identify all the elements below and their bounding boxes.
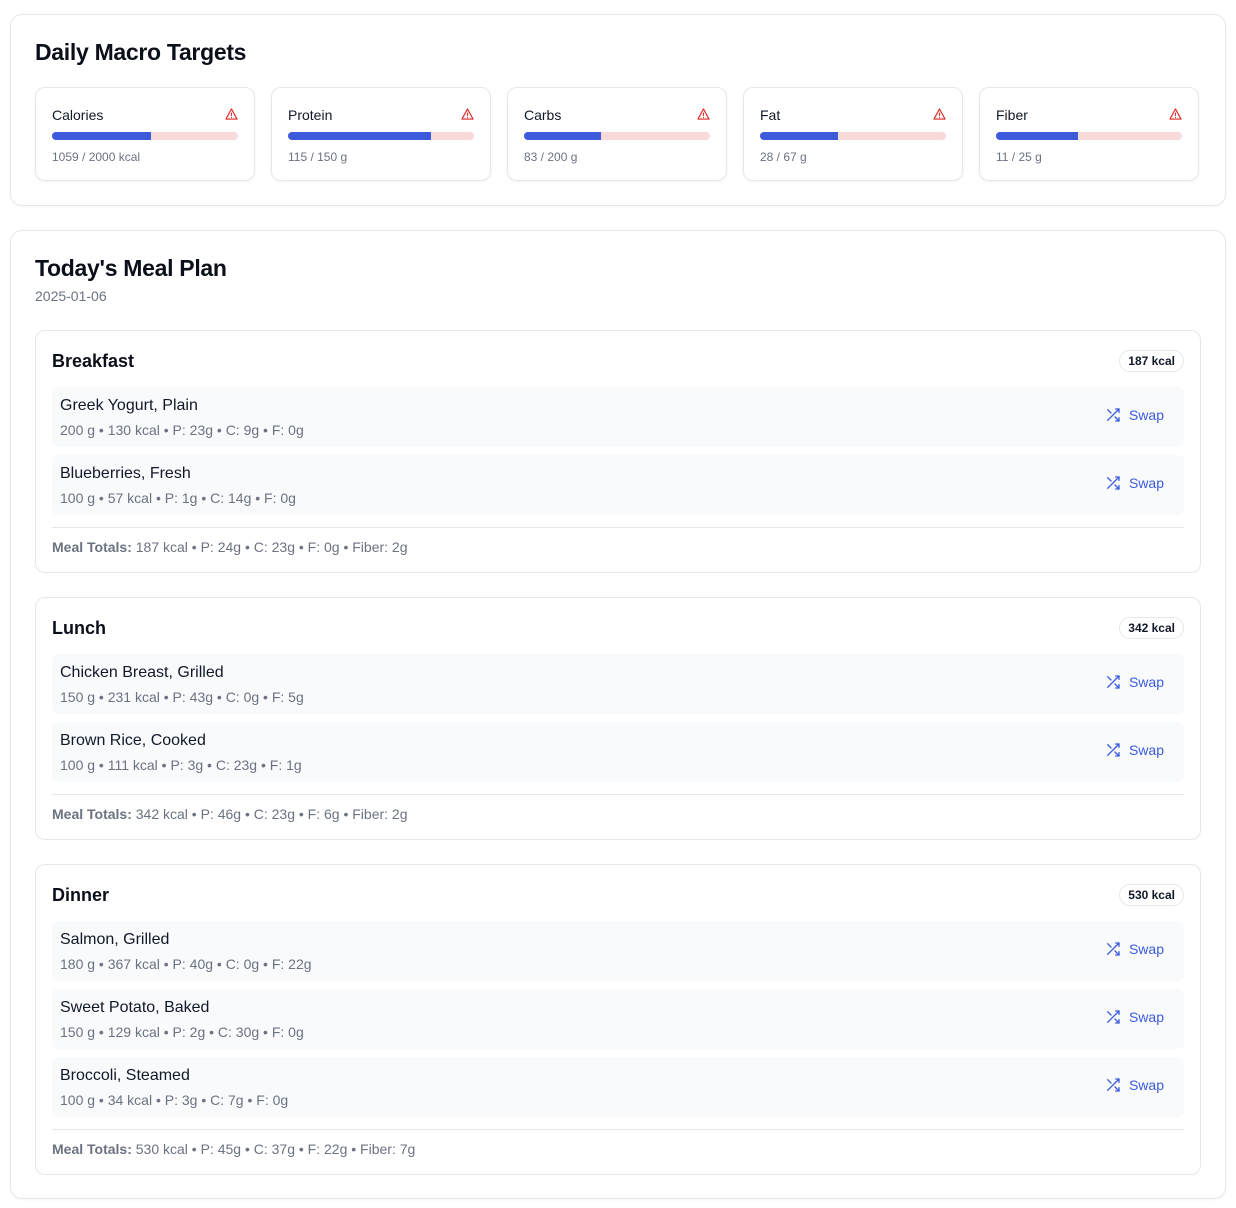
- meal-title: Dinner: [52, 885, 110, 905]
- food-name: Blueberries, Fresh: [60, 465, 191, 482]
- macro-name: Carbs: [524, 107, 562, 123]
- progress-bar: [524, 132, 710, 140]
- shuffle-icon: [1106, 942, 1120, 956]
- meal-plan-title: Today's Meal Plan: [35, 255, 227, 281]
- macro-value: 11 / 25 g: [996, 150, 1042, 164]
- meal-divider: [52, 527, 1184, 528]
- shuffle-icon: [1106, 1078, 1120, 1092]
- progress-bar: [996, 132, 1182, 140]
- food-name: Chicken Breast, Grilled: [60, 664, 224, 681]
- food-meta: 180 g • 367 kcal • P: 40g • C: 0g • F: 2…: [60, 956, 312, 972]
- food-name: Salmon, Grilled: [60, 931, 170, 948]
- meal-dinner: Dinner 530 kcal Salmon, Grilled 180 g • …: [35, 864, 1201, 1175]
- food-row: Broccoli, Steamed 100 g • 34 kcal • P: 3…: [52, 1057, 1184, 1117]
- food-meta: 150 g • 231 kcal • P: 43g • C: 0g • F: 5…: [60, 689, 304, 705]
- food-meta: 200 g • 130 kcal • P: 23g • C: 9g • F: 0…: [60, 422, 304, 438]
- meal-totals-value: 187 kcal • P: 24g • C: 23g • F: 0g • Fib…: [135, 539, 408, 555]
- meal-totals-label: Meal Totals:: [52, 1141, 132, 1157]
- alert-triangle-icon: [697, 108, 710, 120]
- progress-fill: [52, 132, 151, 140]
- macro-tile-calories: Calories 1059 / 2000 kcal: [35, 87, 255, 181]
- macro-targets-card: Daily Macro Targets Calories 1059 / 2000…: [10, 14, 1226, 206]
- food-row: Salmon, Grilled 180 g • 367 kcal • P: 40…: [52, 921, 1184, 981]
- macro-tile-fat: Fat 28 / 67 g: [743, 87, 963, 181]
- meal-kcal-badge: 530 kcal: [1119, 884, 1184, 906]
- meal-kcal-badge: 187 kcal: [1119, 350, 1184, 372]
- meal-lunch: Lunch 342 kcal Chicken Breast, Grilled 1…: [35, 597, 1201, 840]
- meal-totals: Meal Totals: 342 kcal • P: 46g • C: 23g …: [52, 806, 408, 822]
- food-meta: 100 g • 57 kcal • P: 1g • C: 14g • F: 0g: [60, 490, 296, 506]
- macro-name: Protein: [288, 107, 333, 123]
- food-row: Chicken Breast, Grilled 150 g • 231 kcal…: [52, 654, 1184, 714]
- macro-tile-protein: Protein 115 / 150 g: [271, 87, 491, 181]
- swap-button[interactable]: Swap: [1105, 674, 1164, 690]
- macro-tile-carbs: Carbs 83 / 200 g: [507, 87, 727, 181]
- meal-plan-date: 2025-01-06: [35, 288, 107, 304]
- food-name: Sweet Potato, Baked: [60, 999, 210, 1016]
- swap-label: Swap: [1128, 407, 1164, 423]
- food-name: Brown Rice, Cooked: [60, 732, 206, 749]
- meal-breakfast: Breakfast 187 kcal Greek Yogurt, Plain 2…: [35, 330, 1201, 573]
- alert-triangle-icon: [225, 108, 238, 120]
- swap-label: Swap: [1128, 674, 1164, 690]
- meal-divider: [52, 794, 1184, 795]
- alert-triangle-icon: [933, 108, 946, 120]
- shuffle-icon: [1106, 1010, 1120, 1024]
- swap-button[interactable]: Swap: [1105, 941, 1164, 957]
- meal-divider: [52, 1129, 1184, 1130]
- macro-targets-title: Daily Macro Targets: [35, 39, 247, 65]
- alert-triangle-icon: [1169, 108, 1182, 120]
- food-row: Blueberries, Fresh 100 g • 57 kcal • P: …: [52, 455, 1184, 515]
- macro-tiles: Calories 1059 / 2000 kcal Protein 115 / …: [35, 87, 1199, 181]
- swap-button[interactable]: Swap: [1105, 1077, 1164, 1093]
- shuffle-icon: [1106, 743, 1120, 757]
- swap-button[interactable]: Swap: [1105, 475, 1164, 491]
- macro-name: Fiber: [996, 107, 1028, 123]
- macro-value: 83 / 200 g: [524, 150, 578, 164]
- swap-button[interactable]: Swap: [1105, 742, 1164, 758]
- meal-totals: Meal Totals: 187 kcal • P: 24g • C: 23g …: [52, 539, 408, 555]
- progress-fill: [288, 132, 432, 140]
- swap-label: Swap: [1128, 1009, 1164, 1025]
- shuffle-icon: [1106, 408, 1120, 422]
- meal-totals: Meal Totals: 530 kcal • P: 45g • C: 37g …: [52, 1141, 415, 1157]
- macro-name: Fat: [760, 107, 781, 123]
- shuffle-icon: [1106, 675, 1120, 689]
- meal-totals-label: Meal Totals:: [52, 806, 132, 822]
- macro-tile-fiber: Fiber 11 / 25 g: [979, 87, 1199, 181]
- progress-fill: [524, 132, 602, 140]
- meal-plan-card: Today's Meal Plan 2025-01-06 Breakfast 1…: [10, 230, 1226, 1199]
- food-row: Greek Yogurt, Plain 200 g • 130 kcal • P…: [52, 387, 1184, 447]
- food-meta: 100 g • 34 kcal • P: 3g • C: 7g • F: 0g: [60, 1092, 289, 1108]
- swap-label: Swap: [1128, 1077, 1164, 1093]
- meal-kcal-badge: 342 kcal: [1119, 617, 1184, 639]
- swap-button[interactable]: Swap: [1105, 407, 1164, 423]
- macro-value: 115 / 150 g: [288, 150, 348, 164]
- meal-title: Breakfast: [52, 351, 135, 371]
- food-row: Brown Rice, Cooked 100 g • 111 kcal • P:…: [52, 722, 1184, 782]
- progress-bar: [52, 132, 238, 140]
- meal-title: Lunch: [52, 618, 106, 638]
- progress-bar: [288, 132, 474, 140]
- progress-fill: [996, 132, 1078, 140]
- macro-name: Calories: [52, 107, 104, 123]
- shuffle-icon: [1106, 476, 1120, 490]
- food-row: Sweet Potato, Baked 150 g • 129 kcal • P…: [52, 989, 1184, 1049]
- food-meta: 150 g • 129 kcal • P: 2g • C: 30g • F: 0…: [60, 1024, 304, 1040]
- alert-triangle-icon: [461, 108, 474, 120]
- macro-value: 28 / 67 g: [760, 150, 807, 164]
- food-name: Broccoli, Steamed: [60, 1067, 190, 1084]
- progress-bar: [760, 132, 946, 140]
- swap-button[interactable]: Swap: [1105, 1009, 1164, 1025]
- meal-totals-value: 342 kcal • P: 46g • C: 23g • F: 6g • Fib…: [135, 806, 408, 822]
- food-meta: 100 g • 111 kcal • P: 3g • C: 23g • F: 1…: [60, 757, 302, 773]
- macro-value: 1059 / 2000 kcal: [52, 150, 141, 164]
- meal-totals-label: Meal Totals:: [52, 539, 132, 555]
- swap-label: Swap: [1128, 475, 1164, 491]
- swap-label: Swap: [1128, 742, 1164, 758]
- progress-fill: [760, 132, 839, 140]
- food-name: Greek Yogurt, Plain: [60, 397, 198, 414]
- swap-label: Swap: [1128, 941, 1164, 957]
- meal-totals-value: 530 kcal • P: 45g • C: 37g • F: 22g • Fi…: [135, 1141, 416, 1157]
